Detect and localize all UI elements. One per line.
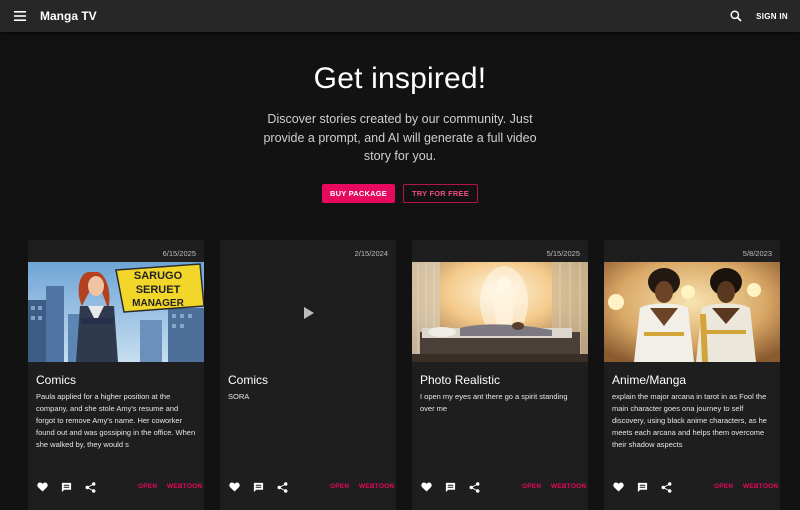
- heart-icon[interactable]: [227, 480, 241, 494]
- share-icon[interactable]: [275, 480, 289, 494]
- share-icon[interactable]: [467, 480, 481, 494]
- card-description: I open my eyes ant there go a spirit sta…: [420, 392, 568, 413]
- webtoon-link[interactable]: WEBTOON: [359, 483, 394, 490]
- card-date: 2/15/2024: [354, 249, 388, 258]
- comment-icon[interactable]: [251, 480, 265, 494]
- card-actions: OPEN WEBTOON: [604, 480, 780, 496]
- card-video-placeholder[interactable]: [220, 262, 396, 362]
- card-thumbnail[interactable]: [604, 262, 780, 362]
- story-card[interactable]: 5/15/2025 Photo Realistic I open my eyes…: [412, 240, 588, 510]
- card-description: Paula applied for a higher position at t…: [36, 392, 196, 449]
- card-description: SORA: [228, 392, 250, 401]
- card-actions: OPEN WEBTOON: [412, 480, 588, 496]
- hero-section: Get inspired! Discover stories created b…: [0, 62, 800, 166]
- art-text-3: MANAGER: [132, 298, 184, 309]
- app-title[interactable]: Manga TV: [40, 9, 97, 23]
- comment-icon[interactable]: [443, 480, 457, 494]
- heart-icon[interactable]: [611, 480, 625, 494]
- card-actions: OPEN WEBTOON: [28, 480, 204, 496]
- webtoon-link[interactable]: WEBTOON: [167, 483, 202, 490]
- heart-icon[interactable]: [419, 480, 433, 494]
- open-link[interactable]: OPEN: [714, 483, 733, 490]
- try-for-free-button[interactable]: TRY FOR FREE: [402, 184, 478, 203]
- cta-buttons: BUY PACKAGE TRY FOR FREE: [0, 184, 800, 203]
- card-title: Photo Realistic: [420, 373, 501, 387]
- card-thumbnail[interactable]: SARUGO SERUET MANAGER: [28, 262, 204, 362]
- buy-package-button[interactable]: BUY PACKAGE: [322, 184, 395, 203]
- share-icon[interactable]: [83, 480, 97, 494]
- card-date: 5/8/2023: [742, 249, 772, 258]
- art-text-2: SERUET: [136, 284, 181, 296]
- card-actions: OPEN WEBTOON: [220, 480, 396, 496]
- card-title: Comics: [36, 373, 77, 387]
- heart-icon[interactable]: [35, 480, 49, 494]
- webtoon-link[interactable]: WEBTOON: [743, 483, 778, 490]
- hero-heading: Get inspired!: [313, 62, 487, 95]
- card-title: Comics: [228, 373, 269, 387]
- art-text-1: SARUGO: [134, 270, 183, 282]
- share-icon[interactable]: [659, 480, 673, 494]
- search-icon[interactable]: [726, 6, 746, 26]
- app-bar: Manga TV SIGN IN: [0, 0, 800, 32]
- open-link[interactable]: OPEN: [330, 483, 349, 490]
- card-date: 5/15/2025: [546, 249, 580, 258]
- story-card[interactable]: 5/8/2023 Anime/Manga explain the major a…: [604, 240, 780, 510]
- story-card[interactable]: 6/15/2025 SARUGO SERUET MANAGER Comics P…: [28, 240, 204, 510]
- open-link[interactable]: OPEN: [522, 483, 541, 490]
- sign-in-button[interactable]: SIGN IN: [756, 12, 788, 21]
- webtoon-link[interactable]: WEBTOON: [551, 483, 586, 490]
- card-date: 6/15/2025: [162, 249, 196, 258]
- card-title: Anime/Manga: [612, 373, 687, 387]
- hero-description: Discover stories created by our communit…: [263, 112, 537, 163]
- comment-icon[interactable]: [59, 480, 73, 494]
- comment-icon[interactable]: [635, 480, 649, 494]
- card-description: explain the major arcana in tarot in as …: [612, 392, 767, 449]
- open-link[interactable]: OPEN: [138, 483, 157, 490]
- story-card[interactable]: 2/15/2024 Comics SORA OPEN WEBTOON: [220, 240, 396, 510]
- menu-icon[interactable]: [10, 6, 30, 26]
- story-cards: 6/15/2025 SARUGO SERUET MANAGER Comics P…: [28, 240, 800, 510]
- card-thumbnail[interactable]: [412, 262, 588, 362]
- play-icon[interactable]: [304, 306, 314, 324]
